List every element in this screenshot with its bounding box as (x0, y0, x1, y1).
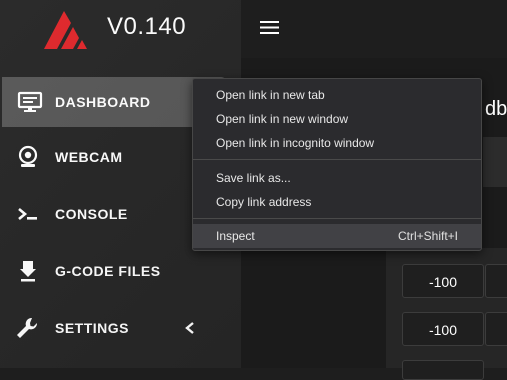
sidebar-item-label: DASHBOARD (55, 94, 151, 110)
sidebar-item-label: G-CODE FILES (55, 263, 161, 279)
app-version: V0.140 (107, 13, 187, 40)
file-upload-icon (20, 261, 36, 282)
jog-button[interactable] (402, 360, 484, 380)
menu-item-label: Open link in new tab (216, 88, 325, 102)
menu-separator (193, 159, 481, 160)
wrench-icon (17, 317, 38, 338)
menu-item-label: Open link in incognito window (216, 136, 375, 150)
card-title: dby (485, 98, 507, 120)
logo-icon (44, 11, 87, 49)
jog-button[interactable] (485, 312, 507, 346)
sidebar-item-gcode-files[interactable]: G-CODE FILES (0, 246, 241, 296)
top-bar (241, 0, 507, 58)
menu-item-open-new-tab[interactable]: Open link in new tab (193, 83, 481, 107)
menu-item-label: Open link in new window (216, 112, 349, 126)
jog-button-minus-100[interactable]: -100 (402, 312, 484, 346)
menu-item-shortcut: Ctrl+Shift+I (397, 229, 458, 243)
logo-row: V0.140 (0, 0, 241, 58)
menu-item-label: Save link as... (216, 171, 291, 185)
sidebar-item-label: CONSOLE (55, 206, 128, 222)
menu-separator (193, 218, 481, 219)
webcam-icon (18, 145, 38, 167)
terminal-icon (18, 208, 37, 220)
card-toolbar (483, 137, 507, 187)
menu-item-open-incognito[interactable]: Open link in incognito window (193, 131, 481, 155)
context-menu: Open link in new tab Open link in new wi… (192, 78, 482, 251)
menu-item-inspect[interactable]: Inspect Ctrl+Shift+I (193, 224, 481, 248)
menu-item-copy-link-address[interactable]: Copy link address (193, 190, 481, 214)
sidebar-item-label: WEBCAM (55, 149, 123, 165)
menu-item-save-link-as[interactable]: Save link as... (193, 166, 481, 190)
menu-item-label: Copy link address (216, 195, 312, 209)
menu-item-open-new-window[interactable]: Open link in new window (193, 107, 481, 131)
menu-item-label: Inspect (216, 229, 255, 243)
sidebar-item-settings[interactable]: SETTINGS (0, 303, 241, 353)
jog-button[interactable] (485, 264, 507, 298)
chevron-left-icon[interactable] (183, 318, 197, 338)
jog-button-minus-100[interactable]: -100 (402, 264, 484, 298)
monitor-icon (17, 91, 43, 112)
hamburger-icon[interactable] (260, 20, 279, 35)
sidebar-item-label: SETTINGS (55, 320, 130, 336)
